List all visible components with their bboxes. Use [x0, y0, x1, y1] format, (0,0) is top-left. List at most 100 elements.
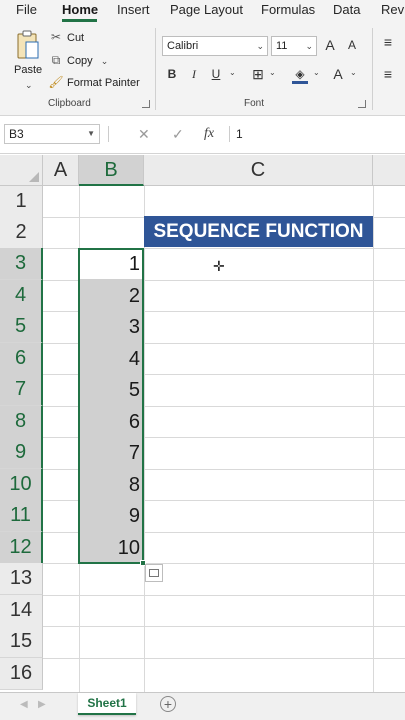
row-header[interactable]: 15: [0, 626, 43, 658]
row-header[interactable]: 7: [0, 374, 43, 406]
copy-label: Copy: [67, 55, 93, 67]
name-box-value: B3: [9, 127, 24, 141]
tab-review[interactable]: Revi: [381, 1, 405, 19]
font-color-button[interactable]: A: [330, 66, 346, 82]
row-header[interactable]: 9: [0, 437, 43, 469]
chevron-down-icon[interactable]: ⌄: [313, 68, 320, 77]
chevron-down-icon: ⌄: [305, 41, 313, 51]
enter-icon[interactable]: ✓: [172, 124, 184, 144]
fill-color-icon[interactable]: ◈: [292, 66, 308, 84]
cut-label: Cut: [67, 32, 85, 44]
group-divider: [155, 28, 156, 110]
italic-button[interactable]: I: [186, 66, 202, 82]
add-sheet-icon[interactable]: +: [160, 696, 176, 712]
chevron-down-icon[interactable]: ⌄: [350, 68, 357, 77]
row-header[interactable]: 3: [0, 248, 43, 280]
borders-icon[interactable]: ⊞: [250, 66, 266, 82]
chevron-down-icon[interactable]: ⌄: [229, 68, 236, 77]
next-sheet-icon[interactable]: ▶: [38, 699, 46, 710]
format-painter-label: Format Painter: [67, 77, 140, 89]
copy-icon: ⧉: [51, 53, 61, 67]
underline-button[interactable]: U: [208, 66, 224, 82]
row-header[interactable]: 2: [0, 217, 43, 249]
cell-b9[interactable]: 7: [80, 438, 140, 469]
ribbon: Paste ⌄ ✂ Cut ⧉ Copy ⌄ 🖌 Format Painter Clip…: [0, 22, 405, 116]
row-header[interactable]: 10: [0, 469, 43, 501]
column-header-d[interactable]: [373, 155, 405, 186]
bold-button[interactable]: B: [164, 66, 180, 82]
prev-sheet-icon[interactable]: ◀: [20, 699, 28, 710]
title-cell[interactable]: SEQUENCE FUNCTION: [144, 216, 373, 247]
copy-button[interactable]: ⧉ Copy ⌄: [48, 51, 109, 69]
sheet-tab-sheet1[interactable]: Sheet1: [78, 693, 136, 715]
formula-divider: [229, 126, 230, 142]
tab-insert[interactable]: Insert: [117, 1, 150, 19]
cell-b11[interactable]: 9: [80, 501, 140, 532]
chevron-down-icon[interactable]: ⌄: [269, 68, 276, 77]
cell-b10[interactable]: 8: [80, 470, 140, 501]
cut-icon: ✂: [50, 30, 62, 44]
tab-formulas[interactable]: Formulas: [261, 1, 315, 19]
select-all-button[interactable]: [0, 155, 43, 186]
formula-bar: B3 ▼ ✕ ✓ fx 1: [0, 116, 405, 154]
row-header[interactable]: 11: [0, 500, 43, 532]
ribbon-tabs: File Home Insert Page Layout Formulas Da…: [0, 0, 405, 22]
format-painter-button[interactable]: 🖌 Format Painter: [48, 73, 140, 91]
tab-data[interactable]: Data: [333, 1, 360, 19]
font-name-value: Calibri: [167, 40, 199, 52]
sheet-tab-bar: ◀ ▶ Sheet1 +: [0, 692, 405, 720]
tab-page-layout[interactable]: Page Layout: [170, 1, 243, 19]
cut-button[interactable]: ✂ Cut: [48, 28, 84, 46]
tab-file[interactable]: File: [16, 1, 37, 19]
quick-analysis-glyph: [149, 569, 159, 577]
row-header[interactable]: 14: [0, 595, 43, 627]
row-header[interactable]: 12: [0, 532, 43, 564]
row-header[interactable]: 5: [0, 311, 43, 343]
shrink-font-button[interactable]: A: [344, 37, 360, 53]
cell-b7[interactable]: 5: [80, 375, 140, 406]
format-painter-icon: 🖌: [48, 75, 64, 89]
paste-button[interactable]: Paste ⌄: [8, 30, 48, 92]
row-header[interactable]: 6: [0, 343, 43, 375]
quick-analysis-icon[interactable]: [145, 564, 163, 582]
group-divider: [372, 28, 373, 110]
font-size-select[interactable]: 11 ⌄: [271, 36, 317, 56]
name-box[interactable]: B3 ▼: [4, 124, 100, 144]
clipboard-launcher-icon[interactable]: [142, 100, 150, 108]
row-header[interactable]: 1: [0, 186, 43, 218]
font-name-select[interactable]: Calibri ⌄: [162, 36, 268, 56]
cancel-icon[interactable]: ✕: [138, 124, 150, 144]
cell-cursor-icon: ✛: [213, 258, 225, 274]
gridline: [373, 186, 374, 692]
align-top-icon[interactable]: ≡: [380, 34, 396, 50]
cell-b4[interactable]: 2: [80, 281, 140, 312]
cell-b6[interactable]: 4: [80, 344, 140, 375]
grow-font-button[interactable]: A: [322, 37, 338, 53]
cell-b5[interactable]: 3: [80, 312, 140, 343]
font-size-value: 11: [276, 40, 288, 52]
font-group-label: Font: [244, 98, 265, 109]
cell-b8[interactable]: 6: [80, 407, 140, 438]
column-header-c[interactable]: C: [144, 155, 373, 186]
cell-b3[interactable]: 1: [80, 249, 140, 280]
column-header-a[interactable]: A: [43, 155, 79, 186]
row-header[interactable]: 8: [0, 406, 43, 438]
cell-b12[interactable]: 10: [80, 533, 140, 564]
row-header[interactable]: 16: [0, 658, 43, 690]
gridline: [43, 626, 405, 627]
font-launcher-icon[interactable]: [358, 100, 366, 108]
chevron-down-icon[interactable]: ⌄: [101, 56, 109, 66]
clipboard-group-label: Clipboard: [48, 98, 91, 109]
paste-label: Paste: [14, 64, 43, 76]
column-header-b[interactable]: B: [79, 155, 144, 186]
insert-function-button[interactable]: fx: [204, 124, 214, 144]
gridline: [144, 186, 145, 692]
row-header[interactable]: 13: [0, 563, 43, 595]
row-header[interactable]: 4: [0, 280, 43, 312]
tab-home[interactable]: Home: [62, 1, 98, 19]
gridline: [43, 658, 405, 659]
formula-input[interactable]: 1: [236, 124, 401, 144]
align-left-icon[interactable]: ≡: [380, 66, 396, 82]
chevron-down-icon: ▼: [87, 129, 95, 138]
chevron-down-icon[interactable]: ⌄: [25, 80, 33, 91]
